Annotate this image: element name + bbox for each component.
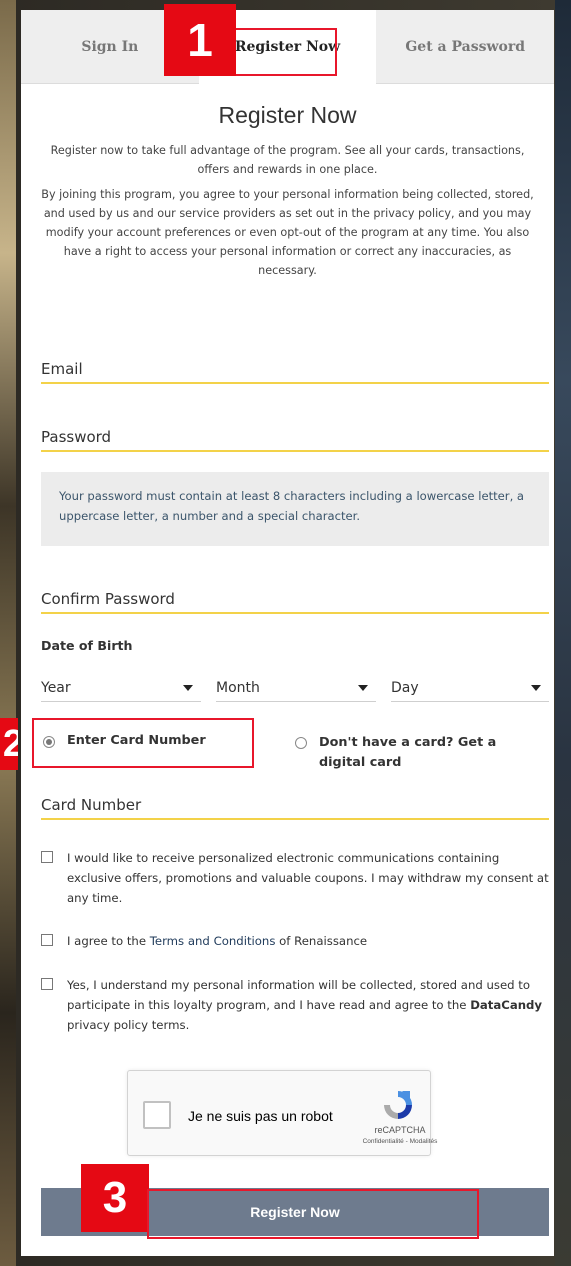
recaptcha-brand: reCAPTCHA xyxy=(374,1125,426,1135)
chevron-down-icon xyxy=(531,684,541,691)
recaptcha-widget: Je ne suis pas un robot reCAPTCHA Confid… xyxy=(127,1070,437,1156)
radio-button-icon[interactable] xyxy=(43,736,55,748)
confirm-password-field[interactable] xyxy=(41,584,549,614)
tab-get-password[interactable]: Get a Password xyxy=(376,10,555,84)
recaptcha-label: Je ne suis pas un robot xyxy=(188,1108,333,1124)
chevron-down-icon xyxy=(358,684,368,691)
terms-checkbox[interactable] xyxy=(41,934,53,946)
day-select[interactable]: Day xyxy=(391,674,549,702)
tab-bar: Sign In Register Now Get a Password xyxy=(21,10,555,84)
comms-consent-text: I would like to receive personalized ele… xyxy=(67,851,549,905)
intro-paragraph-2: By joining this program, you agree to yo… xyxy=(41,188,534,277)
confirm-password-input[interactable] xyxy=(41,590,549,608)
annotation-badge-3: 3 xyxy=(81,1164,149,1232)
radio-enter-card[interactable]: Enter Card Number xyxy=(43,733,206,748)
radio-button-icon[interactable] xyxy=(295,737,307,749)
terms-text-pre: I agree to the xyxy=(67,934,150,948)
email-field[interactable] xyxy=(41,354,549,384)
chevron-down-icon xyxy=(183,684,193,691)
terms-link[interactable]: Terms and Conditions xyxy=(150,934,276,948)
password-input[interactable] xyxy=(41,428,549,446)
radio-enter-card-label: Enter Card Number xyxy=(67,733,206,748)
month-select[interactable]: Month xyxy=(216,674,376,702)
password-field[interactable] xyxy=(41,422,549,452)
privacy-consent: Yes, I understand my personal informatio… xyxy=(41,975,551,1035)
background-right xyxy=(555,0,571,1266)
annotation-badge-2-text: 2 xyxy=(2,722,18,765)
comms-consent: I would like to receive personalized ele… xyxy=(41,848,551,908)
terms-consent: I agree to the Terms and Conditions of R… xyxy=(41,931,551,951)
recaptcha-links[interactable]: Confidentialité - Modalités xyxy=(350,1138,450,1145)
radio-digital-card[interactable]: Don't have a card? Get a digital card xyxy=(295,733,515,773)
background-left xyxy=(0,0,16,1266)
year-select[interactable]: Year xyxy=(41,674,201,702)
register-panel: Sign In Register Now Get a Password Regi… xyxy=(21,10,555,1256)
recaptcha-checkbox[interactable] xyxy=(143,1101,171,1129)
privacy-text-pre: Yes, I understand my personal informatio… xyxy=(67,978,531,1012)
radio-digital-card-label: Don't have a card? Get a digital card xyxy=(319,735,497,770)
privacy-checkbox[interactable] xyxy=(41,978,53,990)
recaptcha-logo-icon xyxy=(384,1091,412,1119)
month-select-value: Month xyxy=(216,679,260,696)
card-number-field[interactable] xyxy=(41,790,549,820)
comms-checkbox[interactable] xyxy=(41,851,53,863)
privacy-text-post: privacy policy terms. xyxy=(67,1018,190,1032)
annotation-badge-1: 1 xyxy=(164,4,236,76)
terms-consent-text: I agree to the Terms and Conditions of R… xyxy=(67,931,367,951)
tab-sign-in-label: Sign In xyxy=(81,38,139,55)
annotation-badge-2: 2 xyxy=(0,718,18,770)
tab-get-password-label: Get a Password xyxy=(405,38,526,55)
privacy-brand[interactable]: DataCandy xyxy=(470,998,542,1012)
intro-text: Register now to take full advantage of t… xyxy=(21,141,554,280)
day-select-value: Day xyxy=(391,679,419,696)
year-select-value: Year xyxy=(41,679,71,696)
intro-paragraph-1: Register now to take full advantage of t… xyxy=(50,144,525,176)
dob-label: Date of Birth xyxy=(41,638,133,653)
card-number-input[interactable] xyxy=(41,796,549,814)
email-input[interactable] xyxy=(41,360,549,378)
privacy-consent-text: Yes, I understand my personal informatio… xyxy=(67,975,551,1035)
page-title: Register Now xyxy=(218,102,357,128)
terms-text-post: of Renaissance xyxy=(275,934,368,948)
password-hint: Your password must contain at least 8 ch… xyxy=(41,472,549,546)
